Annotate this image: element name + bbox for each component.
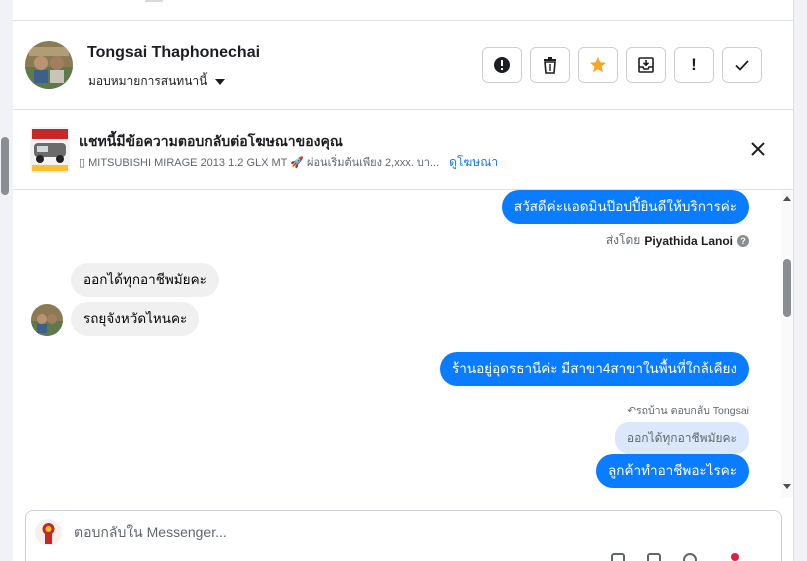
message-composer — [25, 510, 782, 561]
scroll-down-arrow-icon[interactable] — [783, 484, 791, 489]
trash-icon — [544, 57, 556, 74]
left-panel-edge — [0, 0, 13, 561]
contact-name[interactable]: Tongsai Thaphonechai — [87, 44, 260, 62]
star-icon — [590, 57, 606, 73]
left-scrollbar-thumb[interactable] — [1, 137, 9, 195]
follow-up-button[interactable]: ! — [674, 47, 714, 83]
emoji-icon[interactable] — [683, 553, 697, 561]
reply-reference-note: ↶รถบ้าน ตอบกลับ Tongsai — [627, 405, 749, 417]
contact-avatar-small[interactable] — [31, 304, 63, 336]
assign-conversation-dropdown[interactable]: มอบหมายการสนทนานี้ — [88, 72, 226, 91]
sender-name: Piyathida Lanoi — [644, 233, 733, 248]
exclamation-icon: ! — [691, 55, 697, 74]
move-to-inbox-button[interactable] — [626, 47, 666, 83]
outgoing-message[interactable]: สวัสดีค่ะแอดมินป๊อปปี้ยินดีให้บริการค่ะ — [501, 190, 749, 224]
help-icon[interactable]: ? — [737, 234, 749, 247]
right-panel-edge — [793, 0, 807, 561]
header-actions: ! — [482, 47, 762, 83]
ad-info-line: ▯ MITSUBISHI MIRAGE 2013 1.2 GLX MT 🚀 ผ่… — [79, 153, 498, 172]
notification-dot — [731, 553, 739, 561]
quoted-message[interactable]: ออกได้ทุกอาชีพมัยคะ — [614, 422, 749, 454]
message-thread[interactable]: สวัสดีค่ะแอดมินป๊อปปี้ยินดีให้บริการค่ะ … — [13, 190, 781, 498]
delete-button[interactable] — [530, 47, 570, 83]
outgoing-message[interactable]: ร้านอยู่อุดรธานีค่ะ มีสาขา4สาขาในพื้นที่… — [440, 352, 749, 386]
saved-reply-icon[interactable] — [647, 553, 661, 561]
reply-input[interactable] — [74, 524, 634, 540]
composer-toolbar — [611, 553, 697, 561]
thread-scrollbar[interactable] — [781, 190, 793, 498]
incoming-message[interactable]: ออกได้ทุกอาชีพมัยคะ — [71, 263, 219, 297]
alert-circle-icon — [494, 57, 510, 73]
inbox-icon — [638, 57, 654, 73]
outgoing-message[interactable]: ลูกค้าทำอาชีพอะไรคะ — [596, 454, 749, 488]
spam-button[interactable] — [482, 47, 522, 83]
ad-reply-banner: แชทนี้มีข้อความตอบกลับต่อโฆษณาของคุณ ▯ M… — [13, 110, 793, 190]
sent-by-label: ส่งโดย — [605, 233, 641, 247]
check-icon — [735, 60, 749, 71]
mark-done-button[interactable] — [722, 47, 762, 83]
top-strip — [13, 0, 793, 21]
thread-scrollbar-thumb[interactable] — [783, 259, 791, 317]
conversation-header: Tongsai Thaphonechai มอบหมายการสนทนานี้ … — [13, 21, 793, 110]
sent-by-line: ส่งโดย Piyathida Lanoi ? — [606, 231, 749, 250]
incoming-message[interactable]: รถยุจังหวัดไหนคะ — [71, 302, 200, 336]
scroll-up-arrow-icon[interactable] — [783, 196, 791, 201]
caret-down-icon — [215, 79, 226, 85]
ad-banner-title: แชทนี้มีข้อความตอบกลับต่อโฆษณาของคุณ — [79, 133, 343, 149]
page-avatar — [35, 519, 62, 546]
star-button[interactable] — [578, 47, 618, 83]
top-divider-mark — [145, 0, 163, 2]
contact-avatar[interactable] — [25, 41, 73, 89]
close-icon[interactable] — [748, 139, 768, 159]
ad-text: ▯ MITSUBISHI MIRAGE 2013 1.2 GLX MT 🚀 ผ่… — [79, 157, 440, 169]
assign-label: มอบหมายการสนทนานี้ — [88, 74, 208, 88]
ad-thumbnail[interactable] — [30, 127, 70, 173]
view-ad-link[interactable]: ดูโฆษณา — [449, 153, 498, 172]
attachment-icon[interactable] — [611, 553, 625, 561]
